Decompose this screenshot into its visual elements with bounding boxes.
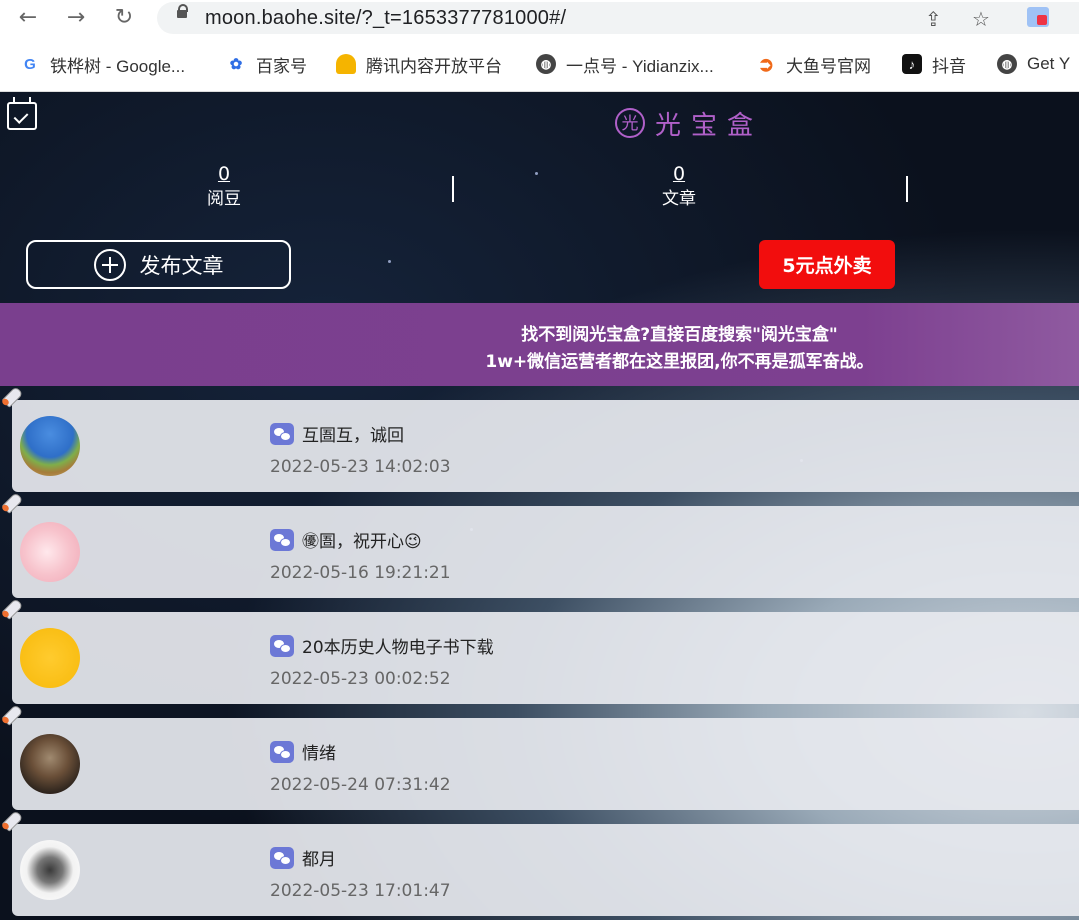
paw-icon: ✿ [229, 56, 243, 73]
bookmark-label: 抖音 [932, 56, 966, 76]
rocket-icon [0, 809, 24, 833]
bookmark-label: 百家号 [256, 56, 307, 76]
article-time: 2022-05-23 14:02:03 [270, 457, 451, 477]
list-item[interactable]: 都月 2022-05-23 17:01:47 [12, 824, 1079, 916]
bookmark-dayu[interactable]: ➲ 大鱼号官网 [756, 52, 871, 76]
banner-line-2: 1w+微信运营者都在这里报团,你不再是孤军奋战。 [485, 352, 874, 372]
publish-article-button[interactable]: 发布文章 [26, 240, 291, 289]
stat-label: 文章 [662, 189, 696, 209]
rocket-icon [0, 385, 24, 409]
article-title: ㊝圄，祝开心😉 [302, 532, 422, 552]
browser-toolbar: ← → ↻ moon.baohe.site/?_t=1653377781000#… [0, 0, 1079, 36]
globe-icon: ◍ [536, 54, 556, 74]
bookmark-star-icon[interactable]: ☆ [972, 7, 990, 31]
article-title: 都月 [302, 850, 336, 870]
article-title: 情绪 [302, 744, 336, 764]
bookmark-yidian[interactable]: ◍ 一点号 - Yidianzix... [536, 52, 714, 76]
list-item[interactable]: 情绪 2022-05-24 07:31:42 [12, 718, 1079, 810]
stat-articles[interactable]: 0 文章 [619, 162, 739, 212]
wechat-icon [270, 846, 294, 869]
wechat-icon [270, 740, 294, 763]
article-title: 20本历史人物电子书下载 [302, 638, 494, 658]
banner-line-1: 找不到阅光宝盒?直接百度搜索"阅光宝盒" [521, 325, 838, 345]
lock-icon[interactable] [177, 4, 188, 18]
bookmark-label: 一点号 - Yidianzix... [566, 56, 714, 76]
article-time: 2022-05-23 17:01:47 [270, 881, 451, 901]
stat-value: 0 [217, 163, 231, 185]
wechat-icon [270, 528, 294, 551]
rocket-icon [0, 703, 24, 727]
reload-icon[interactable]: ↻ [110, 4, 138, 32]
bookmark-douyin[interactable]: ♪ 抖音 [902, 52, 966, 76]
bell-icon [336, 54, 356, 74]
wechat-icon [270, 634, 294, 657]
article-time: 2022-05-16 19:21:21 [270, 563, 451, 583]
address-bar[interactable]: moon.baohe.site/?_t=1653377781000#/ ⇪ ☆ [157, 2, 1079, 34]
logo-text: 光宝盒 [655, 110, 764, 141]
stat-yuedou[interactable]: 0 阅豆 [164, 162, 284, 212]
globe-icon: ◍ [997, 54, 1017, 74]
rocket-icon [0, 491, 24, 515]
bookmark-label: Get Y [1027, 54, 1071, 73]
wechat-icon [270, 422, 294, 445]
list-item[interactable]: 20本历史人物电子书下载 2022-05-23 00:02:52 [12, 612, 1079, 704]
bookmark-label: 大鱼号官网 [786, 56, 871, 76]
app-page: 光 光宝盒 0 阅豆 0 文章 发布文章 5元点外卖 找不到阅光宝盒?直接百度搜… [0, 92, 1079, 920]
bookmark-label: 腾讯内容开放平台 [366, 56, 502, 76]
bookmark-baijiahao[interactable]: ✿ 百家号 [226, 52, 307, 76]
tiktok-icon: ♪ [902, 54, 922, 74]
list-item[interactable]: 互圄互，诚回 2022-05-23 14:02:03 [12, 400, 1079, 492]
back-icon[interactable]: ← [14, 4, 42, 32]
avatar [20, 416, 80, 476]
avatar [20, 628, 80, 688]
bookmark-google[interactable]: G 铁桦树 - Google... [20, 52, 185, 76]
avatar [20, 734, 80, 794]
notice-banner: 找不到阅光宝盒?直接百度搜索"阅光宝盒" 1w+微信运营者都在这里报团,你不再是… [0, 303, 1079, 386]
article-time: 2022-05-23 00:02:52 [270, 669, 451, 689]
avatar [20, 522, 80, 582]
divider [906, 176, 908, 202]
publish-label: 发布文章 [139, 253, 224, 278]
stat-value: 0 [672, 163, 686, 185]
bookmark-tencent[interactable]: 腾讯内容开放平台 [336, 52, 502, 76]
divider [452, 176, 454, 202]
share-icon[interactable]: ⇪ [925, 7, 942, 31]
bookmarks-bar: G 铁桦树 - Google... ✿ 百家号 腾讯内容开放平台 ◍ 一点号 -… [0, 36, 1079, 92]
plus-circle-icon [93, 248, 126, 281]
article-time: 2022-05-24 07:31:42 [270, 775, 451, 795]
fish-icon: ➲ [757, 53, 775, 76]
bookmark-gety[interactable]: ◍ Get Y [997, 52, 1070, 76]
takeout-label: 5元点外卖 [782, 255, 872, 277]
url-text[interactable]: moon.baohe.site/?_t=1653377781000#/ [205, 7, 566, 30]
bookmark-label: 铁桦树 - Google... [50, 56, 186, 76]
rocket-icon [0, 597, 24, 621]
google-icon: G [24, 55, 36, 73]
translate-extension-icon[interactable] [1027, 7, 1049, 27]
app-logo: 光 光宝盒 [615, 106, 764, 141]
order-takeout-button[interactable]: 5元点外卖 [759, 240, 895, 289]
list-item[interactable]: ㊝圄，祝开心😉 2022-05-16 19:21:21 [12, 506, 1079, 598]
calendar-check-icon[interactable] [7, 97, 37, 130]
stat-label: 阅豆 [207, 189, 241, 209]
forward-icon[interactable]: → [62, 4, 90, 32]
article-title: 互圄互，诚回 [302, 426, 404, 446]
logo-mark: 光 [615, 108, 645, 138]
avatar [20, 840, 80, 900]
